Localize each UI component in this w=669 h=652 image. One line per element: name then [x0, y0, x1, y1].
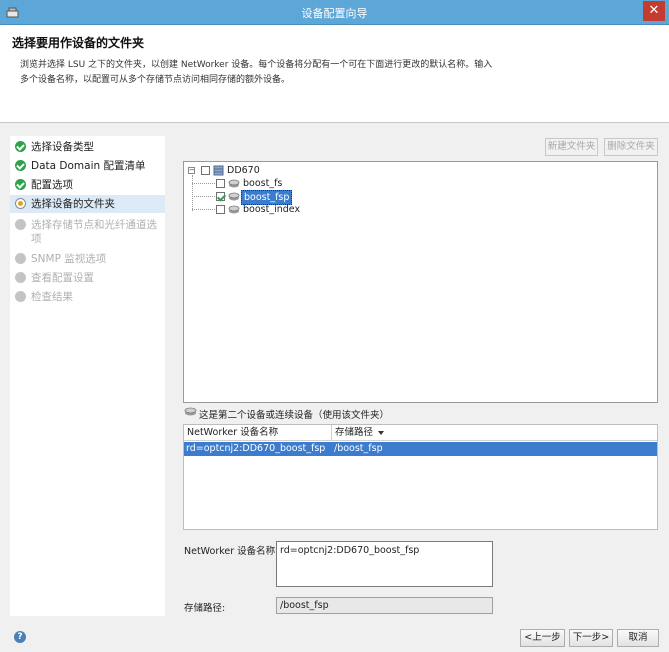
step-pending-icon [15, 272, 26, 283]
tree-node-dd670[interactable]: − DD670 [188, 164, 308, 177]
tree-guide-line [192, 175, 193, 211]
device-name-label: NetWorker 设备名称: [184, 546, 279, 557]
dd670-checkbox[interactable] [201, 166, 210, 175]
step-label: 检查结果 [31, 291, 73, 303]
cancel-button[interactable]: 取消 [617, 629, 659, 647]
step-select-folders[interactable]: 选择设备的文件夹 [10, 195, 165, 213]
storage-path-field: /boost_fsp [276, 597, 493, 614]
step-check-results: 检查结果 [10, 288, 165, 305]
step-label: 配置选项 [31, 179, 73, 191]
tree-guide-line [192, 183, 215, 184]
window-titlebar: 设备配置向导 ✕ [0, 0, 669, 25]
column-header-device-name[interactable]: NetWorker 设备名称 [184, 425, 331, 441]
step-label: SNMP 监视选项 [31, 253, 107, 265]
device-note-text: 这是第二个设备或连续设备（使用该文件夹） [199, 410, 390, 421]
collapse-icon[interactable]: − [188, 167, 195, 174]
table-row[interactable]: rd=optcnj2:DD670_boost_fsp /boost_fsp [184, 442, 657, 456]
disk-icon [184, 407, 197, 416]
boost-fsp-checkbox[interactable] [216, 192, 225, 201]
step-label: 查看配置设置 [31, 272, 94, 284]
tree-node-label: boost_index [243, 204, 301, 215]
storage-path-label: 存储路径: [184, 603, 226, 614]
tree-guide-line [192, 196, 215, 197]
disk-icon [228, 205, 240, 214]
step-data-domain-checklist[interactable]: Data Domain 配置清单 [10, 157, 165, 174]
window-title: 设备配置向导 [301, 7, 368, 20]
tree-node-boost-index[interactable]: boost_index [216, 203, 336, 216]
tree-node-boost-fs[interactable]: boost_fs [216, 177, 336, 190]
step-done-icon [15, 141, 26, 152]
step-done-icon [15, 160, 26, 171]
wizard-steps-panel: 选择设备类型 Data Domain 配置清单 配置选项 选择设备的文件夹 选择… [10, 136, 165, 616]
wizard-header: 选择要用作设备的文件夹 浏览并选择 LSU 之下的文件夹，以创建 NetWork… [0, 25, 669, 123]
description-line-1: 浏览并选择 LSU 之下的文件夹，以创建 NetWorker 设备。每个设备将分… [20, 60, 493, 70]
new-folder-button[interactable]: 新建文件夹 [545, 138, 598, 156]
tree-guide-line [192, 209, 215, 210]
tree-node-label: DD670 [227, 165, 260, 176]
step-snmp-options: SNMP 监视选项 [10, 250, 165, 267]
step-current-icon [15, 198, 26, 209]
disk-icon [228, 179, 240, 188]
sort-desc-icon[interactable] [378, 431, 384, 435]
step-pending-icon [15, 291, 26, 302]
next-button[interactable]: 下一步> [569, 629, 613, 647]
device-name-input[interactable]: rd=optcnj2:DD670_boost_fsp [276, 541, 493, 587]
folder-tree[interactable]: − DD670 boost_fs boost_fsp boost_index [183, 161, 658, 403]
step-review-config: 查看配置设置 [10, 269, 165, 286]
disk-icon [228, 192, 240, 201]
step-pending-icon [15, 219, 26, 230]
storage-path-cell: /boost_fsp [334, 443, 383, 454]
device-name-cell: rd=optcnj2:DD670_boost_fsp [186, 443, 326, 454]
step-label: 选择设备类型 [31, 141, 94, 153]
boost-fs-checkbox[interactable] [216, 179, 225, 188]
step-done-icon [15, 179, 26, 190]
table-header: NetWorker 设备名称 存储路径 [184, 425, 657, 441]
delete-folder-button[interactable]: 删除文件夹 [604, 138, 658, 156]
back-button[interactable]: <上一步 [520, 629, 565, 647]
tree-node-boost-fsp[interactable]: boost_fsp [216, 190, 336, 205]
step-label: 选择存储节点和光纤通道选项 [31, 219, 157, 245]
tree-node-label: boost_fs [243, 178, 283, 189]
storage-system-icon [213, 165, 224, 176]
step-config-options[interactable]: 配置选项 [10, 176, 165, 193]
description-line-2: 多个设备名称，以配置可从多个存储节点访问相同存储的额外设备。 [20, 75, 291, 85]
step-label: Data Domain 配置清单 [31, 160, 146, 172]
device-table[interactable]: NetWorker 设备名称 存储路径 rd=optcnj2:DD670_boo… [183, 424, 658, 530]
page-title: 选择要用作设备的文件夹 [12, 36, 145, 50]
step-pending-icon [15, 253, 26, 264]
boost-index-checkbox[interactable] [216, 205, 225, 214]
step-storage-node-options: 选择存储节点和光纤通道选项 [10, 216, 165, 246]
close-button[interactable]: ✕ [643, 1, 665, 21]
step-select-device-type[interactable]: 选择设备类型 [10, 138, 165, 155]
help-icon[interactable]: ? [14, 631, 26, 643]
step-label: 选择设备的文件夹 [31, 198, 115, 210]
page-description: 浏览并选择 LSU 之下的文件夹，以创建 NetWorker 设备。每个设备将分… [20, 58, 520, 88]
